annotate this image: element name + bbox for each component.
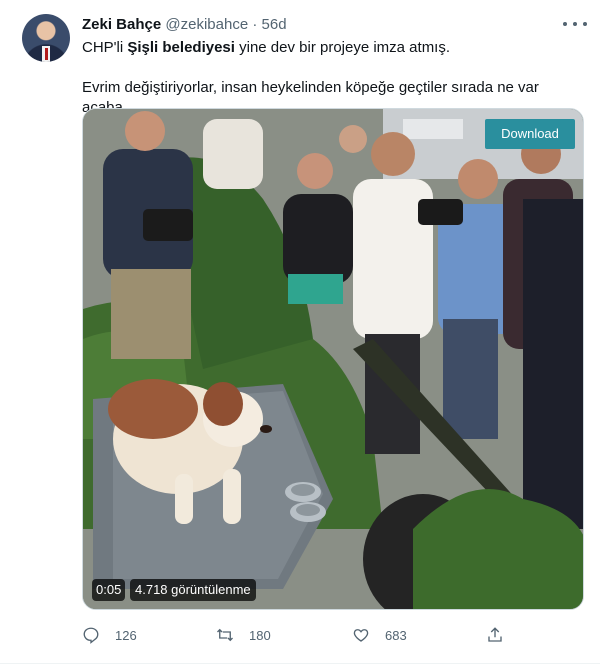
text-bold: Şişli belediyesi (127, 39, 235, 56)
reply-icon (83, 627, 99, 644)
retweet-button[interactable]: 180 (216, 624, 271, 646)
like-count: 683 (385, 627, 407, 643)
download-button[interactable]: Download (485, 119, 575, 149)
tweet-actions: 126 180 683 (82, 624, 522, 646)
tweet-text: CHP'li Şişli belediyesi yine dev bir pro… (82, 38, 582, 118)
retweet-icon (217, 628, 233, 642)
video-time: 0:05 (92, 579, 126, 601)
text-post: yine dev bir projeye imza atmış. (234, 39, 451, 56)
separator-dot: · (252, 16, 258, 33)
author-handle[interactable]: @zekibahce (165, 16, 248, 33)
video-frame (83, 109, 583, 609)
more-icon[interactable] (563, 14, 587, 34)
tweet-time[interactable]: 56d (262, 16, 287, 33)
author-name[interactable]: Zeki Bahçe (82, 16, 161, 33)
text-pre: CHP'li (82, 39, 128, 56)
reply-button[interactable]: 126 (82, 624, 137, 646)
like-icon (353, 629, 369, 642)
tweet-header: Zeki Bahçe @zekibahce · 56d (82, 15, 287, 35)
avatar[interactable] (22, 14, 70, 62)
share-icon (488, 627, 502, 642)
tweet-card[interactable]: Zeki Bahçe @zekibahce · 56d CHP'li Şişli… (0, 0, 600, 664)
reply-count: 126 (115, 627, 137, 643)
video-views: 4.718 görüntülenme (130, 579, 256, 601)
avatar-tie (45, 48, 48, 60)
tweet-text-line1: CHP'li Şişli belediyesi yine dev bir pro… (82, 38, 582, 58)
retweet-count: 180 (249, 627, 271, 643)
share-button[interactable] (486, 624, 519, 646)
like-button[interactable]: 683 (352, 624, 407, 646)
video-player[interactable] (82, 108, 584, 610)
